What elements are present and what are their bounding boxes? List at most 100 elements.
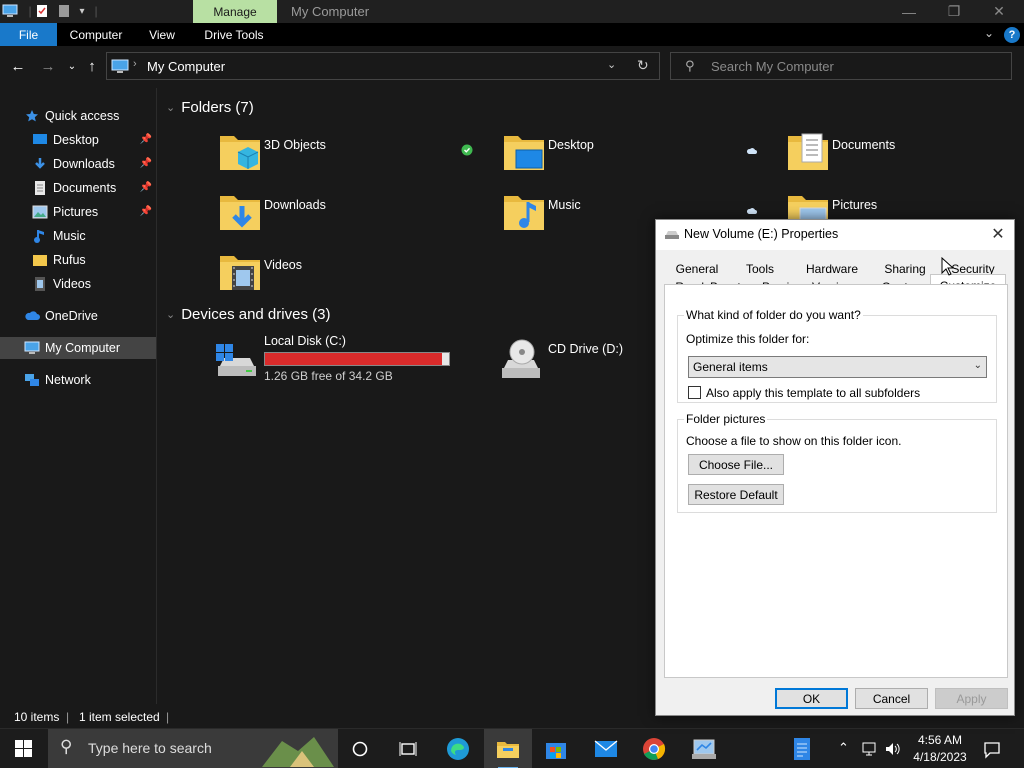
videos-folder-icon bbox=[220, 256, 260, 290]
close-button[interactable]: ✕ bbox=[976, 0, 1022, 23]
sidebar-item-music[interactable]: Music bbox=[0, 225, 156, 247]
clock[interactable]: 4:56 AM 4/18/2023 bbox=[905, 732, 975, 766]
microsoft-store-button[interactable] bbox=[532, 729, 580, 768]
tab-manage[interactable]: Manage bbox=[193, 0, 277, 23]
start-button[interactable] bbox=[0, 729, 48, 768]
drive-label: Local Disk (C:) bbox=[264, 334, 346, 348]
edge-button[interactable] bbox=[434, 729, 482, 768]
sidebar-item-videos[interactable]: Videos bbox=[0, 273, 156, 295]
tab-computer[interactable]: Computer bbox=[62, 23, 130, 46]
tab-view[interactable]: View bbox=[140, 23, 184, 46]
sidebar-item-pictures[interactable]: Pictures 📌 bbox=[0, 201, 156, 223]
drive-local-disk-c[interactable]: Local Disk (C:) 1.26 GB free of 34.2 GB bbox=[214, 334, 474, 386]
tab-drive-tools[interactable]: Drive Tools bbox=[196, 23, 272, 46]
tab-hardware[interactable]: Hardware bbox=[802, 260, 862, 278]
breadcrumb[interactable]: My Computer bbox=[147, 59, 225, 74]
tab-tools[interactable]: Tools bbox=[738, 260, 782, 278]
chrome-icon bbox=[643, 738, 666, 760]
folder-type-group: What kind of folder do you want? Optimiz… bbox=[677, 308, 997, 403]
collapse-chevron-icon[interactable]: ⌄ bbox=[166, 101, 175, 114]
collapse-chevron-icon[interactable]: ⌄ bbox=[166, 308, 175, 321]
computer-icon bbox=[24, 340, 40, 356]
new-folder-icon[interactable] bbox=[56, 3, 72, 19]
taskbar-search-box[interactable]: ⚲ Type here to search bbox=[48, 729, 338, 768]
chrome-button[interactable] bbox=[630, 729, 678, 768]
sidebar-item-documents[interactable]: Documents 📌 bbox=[0, 177, 156, 199]
file-explorer-button[interactable] bbox=[484, 729, 532, 768]
3d-objects-folder-icon bbox=[220, 136, 260, 170]
sidebar-item-rufus[interactable]: Rufus bbox=[0, 249, 156, 271]
folder-documents[interactable]: Documents bbox=[786, 130, 1024, 182]
sidebar-item-desktop[interactable]: Desktop 📌 bbox=[0, 129, 156, 151]
sidebar-item-network[interactable]: Network bbox=[0, 369, 156, 391]
dialog-close-button[interactable]: ✕ bbox=[988, 224, 1008, 244]
synced-check-icon bbox=[461, 144, 473, 156]
sidebar-item-onedrive[interactable]: OneDrive bbox=[0, 305, 156, 327]
tab-file[interactable]: File bbox=[0, 23, 57, 46]
star-icon bbox=[24, 108, 40, 124]
folder-downloads[interactable]: Downloads bbox=[218, 190, 488, 242]
pin-icon[interactable]: 📌 bbox=[140, 134, 152, 145]
maximize-button[interactable]: ❐ bbox=[931, 0, 977, 23]
forward-arrow-icon[interactable]: → bbox=[38, 56, 58, 76]
volume-icon[interactable] bbox=[884, 741, 902, 757]
video-icon bbox=[32, 276, 48, 292]
pin-icon[interactable]: 📌 bbox=[140, 206, 152, 217]
show-hidden-icons-chevron-icon[interactable]: ⌃ bbox=[838, 740, 849, 756]
notification-center-icon[interactable] bbox=[983, 741, 1001, 759]
cancel-button[interactable]: Cancel bbox=[855, 688, 928, 709]
ok-button[interactable]: OK bbox=[775, 688, 848, 709]
breadcrumb-chevron-icon[interactable]: › bbox=[133, 58, 137, 70]
windows-logo-icon bbox=[15, 740, 32, 757]
dialog-title-bar[interactable]: New Volume (E:) Properties ✕ bbox=[656, 220, 1014, 250]
cortana-button[interactable] bbox=[336, 729, 384, 768]
navigation-pane: Quick access Desktop 📌 Downloads 📌 Docum… bbox=[0, 88, 157, 704]
drive-label: CD Drive (D:) bbox=[548, 342, 623, 356]
desktop: | ▾ | Manage My Computer — ❐ ✕ File Comp… bbox=[0, 0, 1024, 768]
sidebar-item-quick-access[interactable]: Quick access bbox=[0, 105, 156, 127]
search-box[interactable]: ⚲ Search My Computer bbox=[670, 52, 1012, 80]
title-bar: | ▾ | Manage My Computer — ❐ ✕ bbox=[0, 0, 1024, 23]
optimize-folder-select[interactable]: General items ⌄ bbox=[688, 356, 987, 378]
refresh-icon[interactable]: ↻ bbox=[637, 57, 649, 74]
search-input[interactable]: Search My Computer bbox=[711, 59, 834, 74]
tab-general[interactable]: General bbox=[670, 260, 724, 278]
apply-button[interactable]: Apply bbox=[935, 688, 1008, 709]
taskbar-search-input[interactable]: Type here to search bbox=[88, 740, 212, 756]
folder-3d-objects[interactable]: 3D Objects bbox=[218, 130, 488, 182]
sidebar-item-my-computer[interactable]: My Computer bbox=[0, 337, 156, 359]
properties-icon[interactable] bbox=[34, 3, 50, 19]
expand-ribbon-icon[interactable]: ⌄ bbox=[984, 26, 994, 40]
word-document-button[interactable] bbox=[778, 729, 826, 768]
back-arrow-icon[interactable]: ← bbox=[8, 56, 28, 76]
computer-icon[interactable] bbox=[2, 3, 18, 19]
picture-icon bbox=[32, 204, 48, 220]
task-view-icon bbox=[399, 742, 417, 756]
apply-subfolders-label[interactable]: Also apply this template to all subfolde… bbox=[706, 386, 920, 400]
address-dropdown-icon[interactable]: ⌄ bbox=[607, 58, 616, 71]
tab-sharing[interactable]: Sharing bbox=[880, 260, 930, 278]
minimize-button[interactable]: — bbox=[886, 0, 932, 23]
recent-locations-chevron-icon[interactable]: ⌄ bbox=[62, 56, 82, 76]
control-panel-button[interactable] bbox=[680, 729, 728, 768]
chevron-down-icon: ⌄ bbox=[973, 360, 982, 371]
address-bar[interactable]: › My Computer ⌄ ↻ bbox=[106, 52, 660, 80]
folder-desktop[interactable]: Desktop bbox=[502, 130, 772, 182]
drives-group-header[interactable]: ⌄ Devices and drives (3) bbox=[166, 306, 330, 323]
restore-default-button[interactable]: Restore Default bbox=[688, 484, 784, 505]
folder-type-legend: What kind of folder do you want? bbox=[684, 308, 863, 322]
downloads-folder-icon bbox=[220, 196, 260, 230]
choose-file-button[interactable]: Choose File... bbox=[688, 454, 784, 475]
network-status-icon[interactable] bbox=[862, 741, 880, 757]
up-arrow-icon[interactable]: ↑ bbox=[82, 56, 102, 76]
task-view-button[interactable] bbox=[384, 729, 432, 768]
sidebar-item-downloads[interactable]: Downloads 📌 bbox=[0, 153, 156, 175]
folders-group-header[interactable]: ⌄ Folders (7) bbox=[166, 99, 254, 116]
mail-button[interactable] bbox=[582, 729, 630, 768]
apply-subfolders-checkbox[interactable] bbox=[688, 386, 701, 399]
folder-videos[interactable]: Videos bbox=[218, 250, 488, 302]
pin-icon[interactable]: 📌 bbox=[140, 182, 152, 193]
help-icon[interactable]: ? bbox=[1004, 27, 1020, 43]
windows-drive-icon bbox=[216, 344, 256, 376]
pin-icon[interactable]: 📌 bbox=[140, 158, 152, 169]
